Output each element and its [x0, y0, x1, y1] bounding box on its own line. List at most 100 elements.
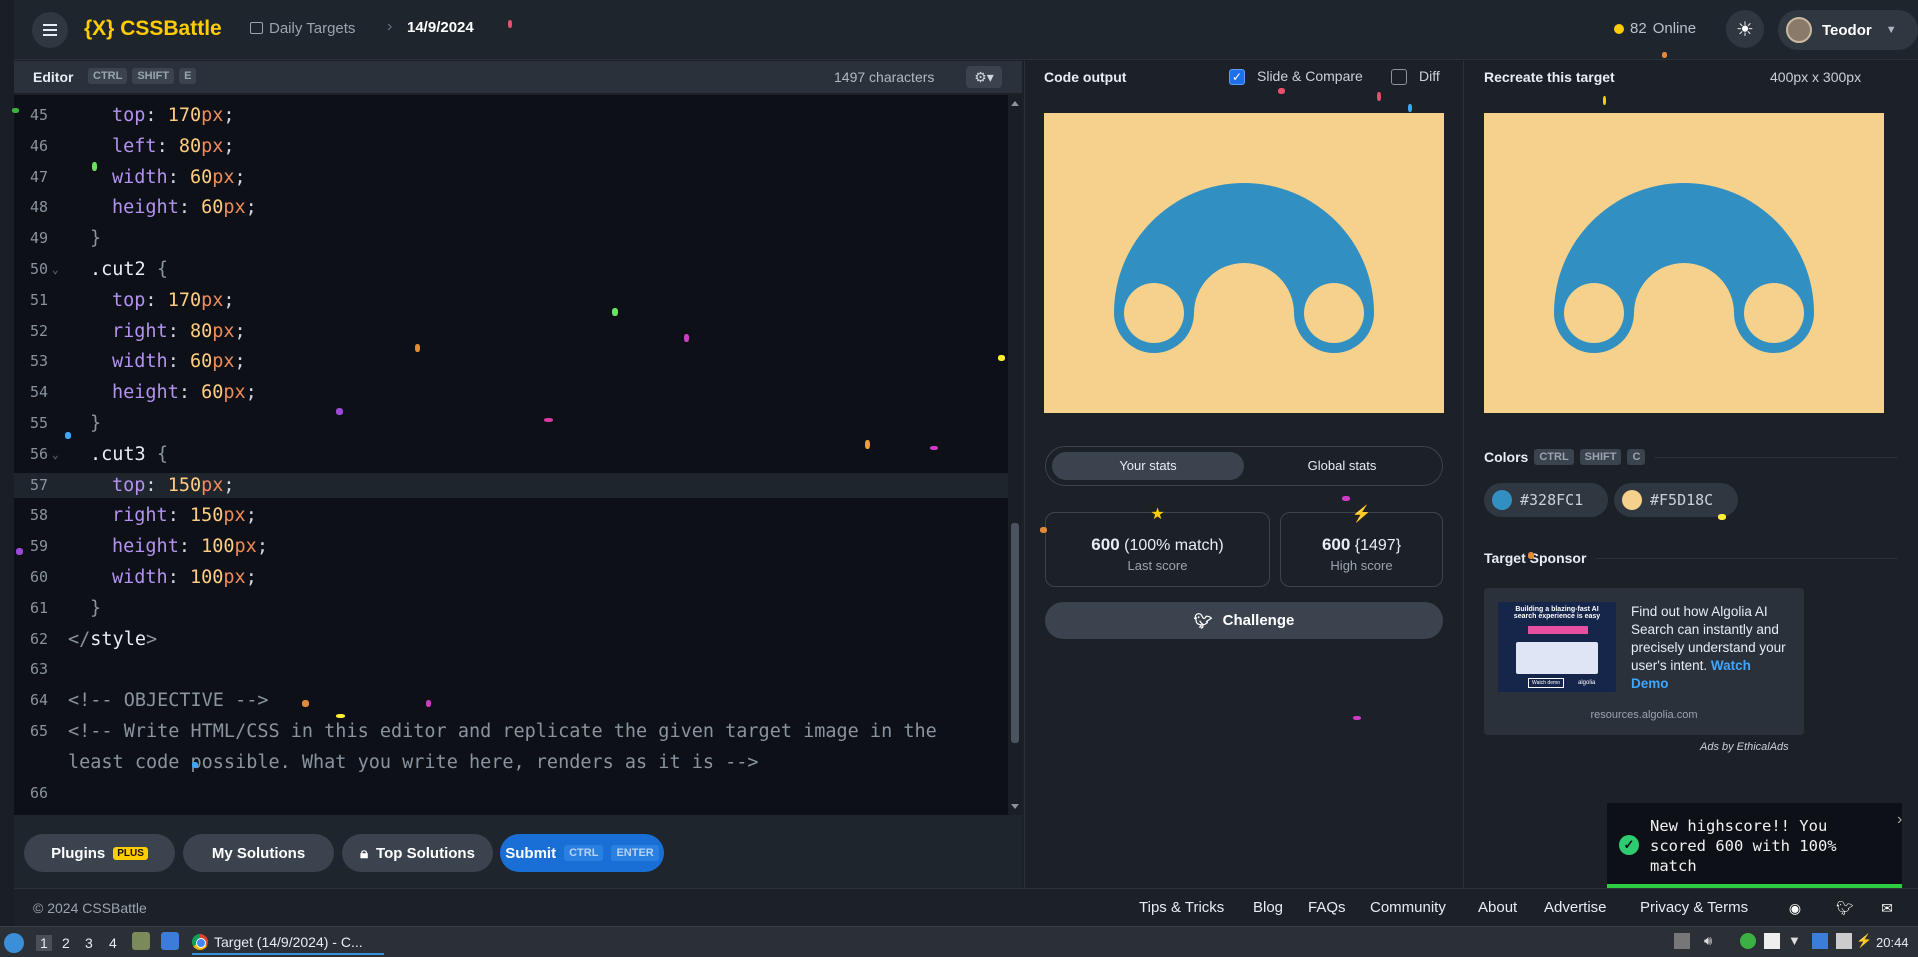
- code-line[interactable]: 60 width: 100px;: [14, 565, 1008, 590]
- code-line[interactable]: 65 <!-- Write HTML/CSS in this editor and…: [14, 719, 1008, 744]
- code-line[interactable]: least code possible. What you write here…: [14, 750, 1008, 775]
- scroll-down-icon[interactable]: [1011, 804, 1019, 809]
- footer-link-privacy[interactable]: Privacy & Terms: [1640, 899, 1748, 916]
- swatch-blue: [1492, 490, 1512, 510]
- code-line[interactable]: 61}: [14, 596, 1008, 621]
- code-line[interactable]: 47 width: 60px;: [14, 165, 1008, 190]
- diff-checkbox[interactable]: [1391, 69, 1407, 85]
- code-line[interactable]: 62 </style>: [14, 627, 1008, 652]
- code-text: </style>: [68, 628, 158, 650]
- my-solutions-button[interactable]: My Solutions: [183, 834, 334, 872]
- footer-link-about[interactable]: About: [1478, 899, 1517, 916]
- kbd-ctrl: CTRL: [564, 845, 604, 861]
- taskbar-task-chrome[interactable]: Target (14/9/2024) - C...: [192, 930, 384, 955]
- footer-link-advertise[interactable]: Advertise: [1544, 899, 1607, 916]
- wifi-icon[interactable]: ▼: [1788, 933, 1804, 949]
- confetti-piece: [684, 334, 689, 342]
- top-solutions-button[interactable]: 🔒︎ Top Solutions: [342, 834, 493, 872]
- update-icon[interactable]: [1740, 933, 1756, 949]
- code-line[interactable]: 55}: [14, 411, 1008, 436]
- code-line[interactable]: 50 ⌄ .cut2 {: [14, 257, 1008, 282]
- mail-icon[interactable]: ✉: [1878, 899, 1896, 917]
- confetti-piece: [192, 762, 198, 768]
- logo-text: CSSBattle: [120, 17, 222, 40]
- tab-global-stats[interactable]: Global stats: [1246, 452, 1438, 480]
- lock-icon: 🔒︎: [360, 844, 369, 862]
- tray-icon[interactable]: [1674, 933, 1690, 949]
- line-number: 48: [29, 198, 48, 217]
- line-number: 61: [29, 598, 48, 617]
- fold-chevron-icon[interactable]: ⌄: [52, 257, 59, 282]
- editor-settings-button[interactable]: ⚙▾: [966, 66, 1002, 88]
- code-line[interactable]: 56 ⌄ .cut3 {: [14, 442, 1008, 467]
- workspace-3[interactable]: 3: [85, 935, 93, 951]
- workspace-1[interactable]: 1: [36, 935, 52, 951]
- scroll-up-icon[interactable]: [1011, 101, 1019, 106]
- code-text: height: 60px;: [112, 197, 257, 219]
- color-chip-yellow[interactable]: #F5D18C: [1614, 483, 1738, 517]
- tab-your-stats[interactable]: Your stats: [1052, 452, 1244, 480]
- code-line[interactable]: 45 top: 170px;: [14, 103, 1008, 128]
- editor-scrollbar[interactable]: [1008, 95, 1022, 815]
- footer-link-community[interactable]: Community: [1370, 899, 1446, 916]
- highscore-toast[interactable]: ✓ New highscore!! You scored 600 with 10…: [1607, 803, 1902, 889]
- code-line[interactable]: 54 height: 60px;: [14, 380, 1008, 405]
- fold-chevron-icon[interactable]: ⌄: [52, 442, 59, 467]
- bluetooth-icon[interactable]: [1812, 933, 1828, 949]
- twitter-icon[interactable]: 🐦︎: [1836, 899, 1854, 917]
- discord-icon[interactable]: ◉: [1786, 899, 1804, 917]
- code-text: }: [90, 228, 102, 250]
- start-menu-icon[interactable]: [4, 933, 24, 953]
- slide-compare-label[interactable]: Slide & Compare: [1257, 68, 1363, 84]
- code-line[interactable]: 58 right: 150px;: [14, 503, 1008, 528]
- code-text: width: 60px;: [112, 351, 246, 373]
- code-line[interactable]: 51 top: 170px;: [14, 288, 1008, 313]
- code-line[interactable]: 63: [14, 657, 1008, 682]
- code-line[interactable]: 66: [14, 781, 1008, 806]
- workspace-4[interactable]: 4: [109, 935, 117, 951]
- diff-label[interactable]: Diff: [1419, 68, 1440, 84]
- output-canvas[interactable]: [1044, 113, 1444, 413]
- kbd-shift: SHIFT: [132, 68, 175, 84]
- code-line[interactable]: 49}: [14, 226, 1008, 251]
- confetti-piece: [336, 714, 345, 718]
- desktop-icon[interactable]: [161, 932, 179, 950]
- confetti-piece: [12, 108, 19, 113]
- theme-toggle-button[interactable]: ☀: [1726, 10, 1764, 48]
- color-chip-blue[interactable]: #328FC1: [1484, 483, 1608, 517]
- sponsor-url[interactable]: resources.algolia.com: [1484, 709, 1804, 721]
- code-line[interactable]: 59 height: 100px;: [14, 534, 1008, 559]
- code-line[interactable]: 57 top: 150px;: [14, 472, 1008, 498]
- workspace-2[interactable]: 2: [62, 935, 70, 951]
- code-line[interactable]: 53 width: 60px;: [14, 349, 1008, 374]
- footer-link-faqs[interactable]: FAQs: [1308, 899, 1346, 916]
- submit-button[interactable]: Submit CTRL ENTER: [500, 834, 664, 872]
- user-menu-button[interactable]: Teodor ▼: [1778, 10, 1918, 50]
- plugins-button[interactable]: Plugins PLUS: [24, 834, 175, 872]
- slide-compare-checkbox[interactable]: ✓: [1229, 69, 1245, 85]
- code-text: left: 80px;: [112, 135, 235, 157]
- scroll-thumb[interactable]: [1011, 523, 1019, 743]
- target-canvas: [1484, 113, 1884, 413]
- code-line[interactable]: 46 left: 80px;: [14, 134, 1008, 159]
- footer-link-tips[interactable]: Tips & Tricks: [1139, 899, 1224, 916]
- footer-link-blog[interactable]: Blog: [1253, 899, 1283, 916]
- sponsor-image[interactable]: Building a blazing-fast AI search experi…: [1498, 602, 1616, 692]
- breadcrumb-daily-targets[interactable]: Daily Targets: [269, 20, 355, 37]
- ads-by-link[interactable]: Ads by EthicalAds: [1700, 741, 1789, 753]
- menu-button[interactable]: [32, 12, 68, 48]
- close-icon[interactable]: ›: [1897, 811, 1902, 829]
- code-line[interactable]: 52 right: 80px;: [14, 319, 1008, 344]
- code-output-panel: Code output ✓ Slide & Compare Diff Your …: [1024, 61, 1462, 888]
- code-line[interactable]: 64 <!-- OBJECTIVE -->: [14, 688, 1008, 713]
- battery-icon[interactable]: [1836, 933, 1852, 949]
- logo[interactable]: {X} CSSBattle: [84, 17, 222, 41]
- sponsor-ad[interactable]: Building a blazing-fast AI search experi…: [1484, 588, 1804, 735]
- code-line[interactable]: 48 height: 60px;: [14, 195, 1008, 220]
- file-manager-icon[interactable]: [132, 932, 150, 950]
- code-editor[interactable]: 45 top: 170px; 46 left: 80px; 47 width: 60px;…: [14, 95, 1008, 815]
- network-icon[interactable]: ⚡: [1856, 933, 1872, 949]
- clipboard-icon[interactable]: [1764, 933, 1780, 949]
- challenge-button[interactable]: 🐦︎ Challenge: [1045, 602, 1443, 639]
- volume-icon[interactable]: 🔊︎: [1704, 933, 1720, 949]
